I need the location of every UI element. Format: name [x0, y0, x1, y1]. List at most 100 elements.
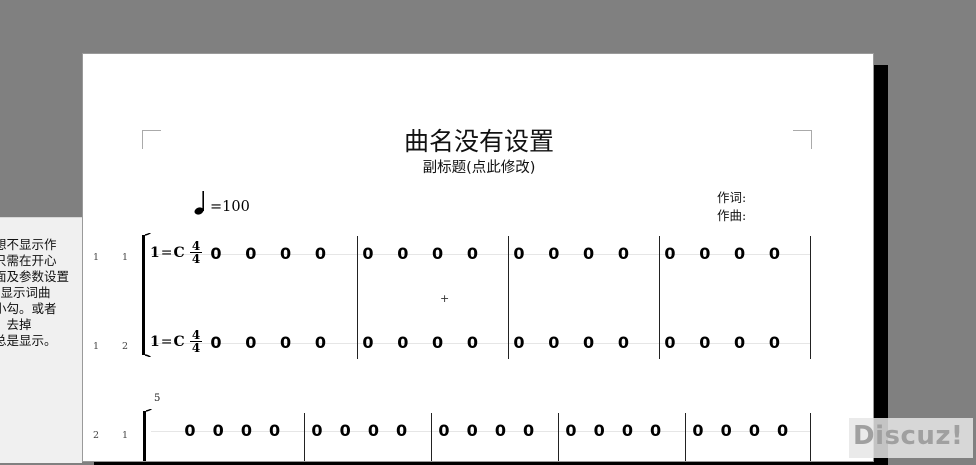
row-number: 1 — [93, 252, 100, 263]
note[interactable]: 0 — [733, 244, 747, 263]
composer-label[interactable]: 作曲: — [717, 207, 746, 225]
note[interactable]: 0 — [431, 244, 445, 263]
barline — [810, 413, 811, 461]
key-signature-note: C — [173, 245, 185, 261]
note[interactable]: 0 — [649, 421, 663, 440]
note[interactable]: 0 — [465, 421, 479, 440]
key-signature-note: C — [173, 334, 185, 350]
lyricist-label[interactable]: 作词: — [717, 189, 746, 207]
note[interactable]: 0 — [244, 244, 258, 263]
note[interactable]: 0 — [719, 421, 733, 440]
key-signature-prefix: 1 — [150, 245, 160, 261]
side-help-line: “显示词曲 — [0, 285, 51, 300]
note[interactable]: 0 — [279, 244, 293, 263]
note[interactable]: 0 — [279, 333, 293, 352]
note[interactable]: 0 — [338, 421, 352, 440]
note[interactable]: 0 — [268, 421, 282, 440]
note[interactable]: 0 — [547, 333, 561, 352]
barline — [810, 236, 811, 358]
note[interactable]: 0 — [209, 333, 223, 352]
barline — [304, 413, 305, 461]
note[interactable]: 0 — [239, 421, 253, 440]
note[interactable]: 0 — [582, 244, 596, 263]
note[interactable]: 0 — [620, 421, 634, 440]
note[interactable]: 0 — [244, 333, 258, 352]
barline — [659, 236, 660, 358]
note[interactable]: 0 — [396, 333, 410, 352]
staff-number: 2 — [122, 341, 129, 352]
note[interactable]: 0 — [493, 421, 507, 440]
side-help-line: 想不显示作 — [0, 237, 57, 252]
note[interactable]: 0 — [310, 421, 324, 440]
song-subtitle[interactable]: 副标题(点此修改) — [83, 156, 873, 177]
time-signature-top: 4 — [191, 239, 201, 253]
note[interactable]: 0 — [465, 333, 479, 352]
side-help-line: 总是显示。 — [0, 333, 57, 348]
note[interactable]: 0 — [747, 421, 761, 440]
time-signature[interactable]: 44 — [189, 329, 203, 354]
note[interactable]: 0 — [698, 244, 712, 263]
note[interactable]: 0 — [366, 421, 380, 440]
side-help-line: 只需在开心 — [0, 253, 57, 268]
measure-number: 5 — [154, 393, 161, 404]
staff-number: 1 — [122, 252, 129, 263]
note[interactable]: 0 — [547, 244, 561, 263]
barline — [558, 413, 559, 461]
time-signature-top: 4 — [191, 328, 201, 342]
note[interactable]: 0 — [465, 244, 479, 263]
note[interactable]: 0 — [564, 421, 578, 440]
key-signature[interactable]: 1=C — [150, 334, 185, 350]
note[interactable]: 0 — [361, 244, 375, 263]
note[interactable]: 0 — [592, 421, 606, 440]
key-signature-eq: = — [160, 245, 173, 261]
note[interactable]: 0 — [183, 421, 197, 440]
barline — [431, 413, 432, 461]
note[interactable]: 0 — [616, 333, 630, 352]
score-page[interactable]: 曲名没有设置 副标题(点此修改) =100 作词: 作曲: 1 1 1=C 4 4 0 0 0… — [82, 53, 874, 462]
barline — [685, 413, 686, 461]
side-panel-help-text: 想不显示作 只需在开心 面及参数设置 “显示词曲 小勾。或者 ，去掉 总是显示。 — [0, 237, 82, 349]
note[interactable]: 0 — [663, 333, 677, 352]
credits[interactable]: 作词: 作曲: — [717, 189, 746, 225]
note[interactable]: 0 — [698, 333, 712, 352]
side-help-line: 面及参数设置 — [0, 269, 70, 284]
quarter-note-icon — [194, 191, 204, 215]
note[interactable]: 0 — [211, 421, 225, 440]
barline — [508, 236, 509, 358]
key-signature-prefix: 1 — [150, 334, 160, 350]
tempo-value: =100 — [210, 199, 250, 215]
note[interactable]: 0 — [616, 244, 630, 263]
watermark-text: Discuz! — [853, 421, 964, 451]
note[interactable]: 0 — [431, 333, 445, 352]
key-signature[interactable]: 1=C — [150, 245, 185, 261]
staff-number: 1 — [122, 430, 129, 441]
note[interactable]: 0 — [691, 421, 705, 440]
note[interactable]: 0 — [522, 421, 536, 440]
time-signature-bottom: 4 — [191, 252, 201, 266]
note[interactable]: 0 — [512, 244, 526, 263]
side-help-line: 小勾。或者 — [0, 301, 57, 316]
note[interactable]: 0 — [313, 244, 327, 263]
note[interactable]: 0 — [512, 333, 526, 352]
note[interactable]: 0 — [437, 421, 451, 440]
note[interactable]: 0 — [767, 333, 781, 352]
note[interactable]: 0 — [209, 244, 223, 263]
note[interactable]: 0 — [663, 244, 677, 263]
note[interactable]: 0 — [776, 421, 790, 440]
side-help-line: ，去掉 — [0, 317, 32, 332]
note[interactable]: 0 — [767, 244, 781, 263]
row-number: 2 — [93, 430, 100, 441]
barline — [357, 236, 358, 358]
time-signature-bottom: 4 — [191, 341, 201, 355]
song-title[interactable]: 曲名没有设置 — [83, 122, 873, 158]
time-signature[interactable]: 44 — [189, 240, 203, 265]
note[interactable]: 0 — [313, 333, 327, 352]
watermark: Discuz! — [849, 418, 973, 458]
note[interactable]: 0 — [396, 244, 410, 263]
row-number: 1 — [93, 341, 100, 352]
system-2-bracket — [143, 409, 153, 461]
note[interactable]: 0 — [395, 421, 409, 440]
note[interactable]: 0 — [733, 333, 747, 352]
note[interactable]: 0 — [582, 333, 596, 352]
note[interactable]: 0 — [361, 333, 375, 352]
